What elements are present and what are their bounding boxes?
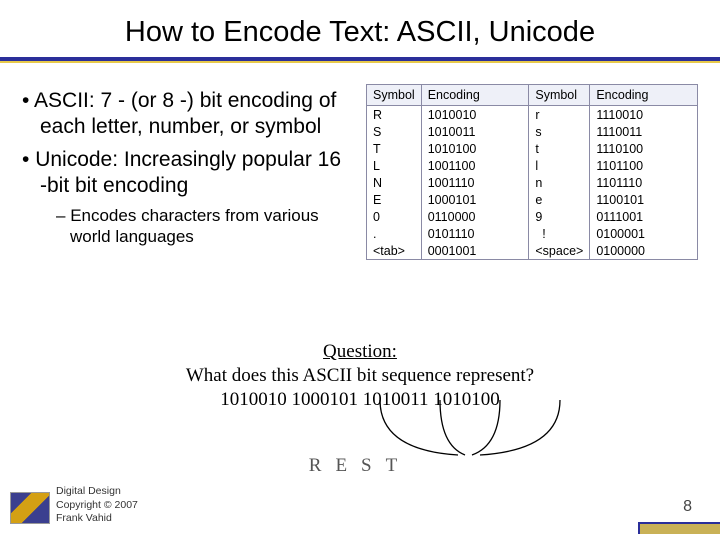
table-row: 0011000090111001 [367, 208, 698, 225]
cell: R [367, 106, 422, 124]
bullet-list: ASCII: 7 - (or 8 -) bit encoding of each… [22, 88, 352, 248]
cell: n [529, 174, 590, 191]
slide-title: How to Encode Text: ASCII, Unicode [0, 16, 720, 49]
cell: T [367, 140, 422, 157]
cell: <space> [529, 242, 590, 260]
cell: 1101110 [590, 174, 698, 191]
ascii-table: Symbol Encoding Symbol Encoding R1010010… [366, 84, 698, 260]
answer-text: REST [0, 455, 720, 477]
cell: t [529, 140, 590, 157]
footer-line-3: Frank Vahid [56, 512, 112, 524]
cell: 9 [529, 208, 590, 225]
bullet-ascii: ASCII: 7 - (or 8 -) bit encoding of each… [22, 88, 352, 141]
cell: 0001001 [421, 242, 529, 260]
cell: 0100000 [590, 242, 698, 260]
cell: 1001100 [421, 157, 529, 174]
cell: E [367, 191, 422, 208]
question-text: What does this ASCII bit sequence repres… [186, 365, 534, 386]
table-row: .0101110 !0100001 [367, 225, 698, 242]
table-row: <tab>0001001<space>0100000 [367, 242, 698, 260]
table-row: T1010100t1110100 [367, 140, 698, 157]
question-label: Question: [323, 341, 397, 362]
page-number: 8 [683, 498, 692, 516]
corner-decoration [638, 522, 720, 534]
cell: <tab> [367, 242, 422, 260]
cell: 1010010 [421, 106, 529, 124]
cell: L [367, 157, 422, 174]
bullet-unicode: Unicode: Increasingly popular 16 -bit bi… [22, 147, 352, 200]
cell: N [367, 174, 422, 191]
table-row: S1010011s1110011 [367, 123, 698, 140]
cell: 0110000 [421, 208, 529, 225]
cell: 1001110 [421, 174, 529, 191]
cell: S [367, 123, 422, 140]
cell: l [529, 157, 590, 174]
question-block: Question: What does this ASCII bit seque… [0, 340, 720, 411]
cell: 0111001 [590, 208, 698, 225]
footer-credit: Digital Design Copyright © 2007 Frank Va… [56, 485, 138, 526]
cell: r [529, 106, 590, 124]
cell: 0 [367, 208, 422, 225]
footer-logo-icon [10, 492, 50, 524]
cell: 0101110 [421, 225, 529, 242]
cell: 1101100 [590, 157, 698, 174]
cell: 0100001 [590, 225, 698, 242]
th-symbol-1: Symbol [367, 85, 422, 106]
subbullet-encodes: Encodes characters from various world la… [22, 205, 352, 248]
table-row: L1001100l1101100 [367, 157, 698, 174]
cell: 1110011 [590, 123, 698, 140]
slide: How to Encode Text: ASCII, Unicode ASCII… [0, 0, 720, 540]
th-encoding-2: Encoding [590, 85, 698, 106]
table-row: R1010010r1110010 [367, 106, 698, 124]
title-underline-yellow [0, 61, 720, 63]
footer-line-2: Copyright © 2007 [56, 499, 138, 511]
cell: e [529, 191, 590, 208]
table-row: E1000101e1100101 [367, 191, 698, 208]
footer-line-1: Digital Design [56, 485, 121, 497]
cell: . [367, 225, 422, 242]
arrow-curves-icon [370, 400, 570, 460]
th-symbol-2: Symbol [529, 85, 590, 106]
cell: s [529, 123, 590, 140]
cell: 1100101 [590, 191, 698, 208]
cell: 1010011 [421, 123, 529, 140]
cell: 1110100 [590, 140, 698, 157]
th-encoding-1: Encoding [421, 85, 529, 106]
table-row: N1001110n1101110 [367, 174, 698, 191]
cell: 1110010 [590, 106, 698, 124]
cell: ! [529, 225, 590, 242]
cell: 1010100 [421, 140, 529, 157]
cell: 1000101 [421, 191, 529, 208]
table-header-row: Symbol Encoding Symbol Encoding [367, 85, 698, 106]
